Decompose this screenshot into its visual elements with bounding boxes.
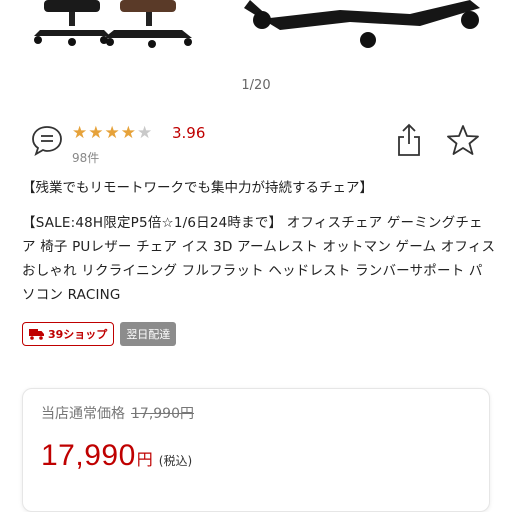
shop-39-badge: 39ショップ — [22, 322, 115, 346]
normal-price-row: 当店通常価格 17,990円 — [41, 403, 194, 423]
star-filled-icon: ★ — [104, 123, 121, 143]
star-filled-icon: ★ — [120, 123, 137, 143]
current-price-row: 17,990 円 (税込) — [41, 439, 192, 473]
rating-score: 3.96 — [172, 124, 206, 142]
price-currency: 円 — [136, 450, 153, 469]
product-image-gallery[interactable] — [0, 0, 512, 62]
normal-price-value: 17,990円 — [131, 406, 194, 422]
star-filled-icon: ★ — [72, 123, 89, 143]
product-catch-copy: 【残業でもリモートワークでも集中力が持続するチェア】 — [22, 180, 373, 196]
gallery-pager: 1/20 — [241, 78, 271, 93]
tax-note: (税込) — [158, 454, 193, 468]
star-outline-icon[interactable] — [446, 123, 480, 157]
share-icon[interactable] — [395, 122, 423, 158]
star-filled-icon: ★ — [88, 123, 105, 143]
next-day-delivery-badge: 翌日配達 — [120, 322, 177, 346]
truck-icon — [29, 329, 44, 340]
product-title: 【SALE:48H限定P5倍☆1/6日24時まで】 オフィスチェア ゲーミングチ… — [22, 215, 496, 303]
badge-row: 39ショップ 翌日配達 — [22, 322, 177, 346]
normal-price-label: 当店通常価格 — [41, 406, 125, 422]
review-count[interactable]: 98件 — [72, 149, 99, 166]
star-empty-icon: ★ — [137, 123, 154, 143]
speech-bubble-icon[interactable] — [30, 123, 64, 157]
review-summary: ★★★★★ 3.96 98件 — [0, 120, 512, 170]
product-photo — [34, 0, 480, 48]
rating-stars[interactable]: ★★★★★ — [72, 123, 153, 143]
price-panel: 当店通常価格 17,990円 17,990 円 (税込) — [22, 388, 490, 512]
price-value: 17,990 — [41, 439, 136, 472]
shop-badge-label: 39ショップ — [48, 328, 108, 341]
